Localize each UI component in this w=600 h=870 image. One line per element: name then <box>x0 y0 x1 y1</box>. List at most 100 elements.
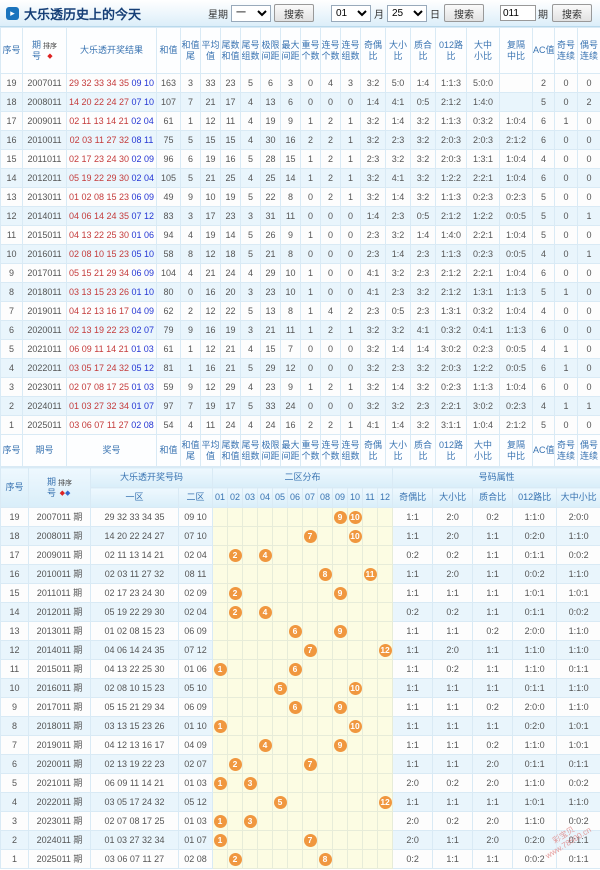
stat-cell: 3:2 <box>411 378 436 397</box>
stat-cell: 3:2 <box>361 112 386 131</box>
stat-cell: 24 <box>261 416 281 435</box>
stat-cell: 0 <box>301 207 321 226</box>
zone-cell-1 <box>213 622 228 641</box>
zone-cell-7 <box>303 565 318 584</box>
stat-cell: 6 <box>533 378 555 397</box>
stat-cell: 7 <box>181 397 201 416</box>
stat-cell: 1 <box>181 340 201 359</box>
search-week-button[interactable]: 搜索 <box>274 4 314 22</box>
stat-cell: 21 <box>201 169 221 188</box>
issue-label: 期 <box>538 6 548 21</box>
zone-cell-1 <box>213 793 228 812</box>
stat-cell: 6 <box>533 169 555 188</box>
search-date-button[interactable]: 搜索 <box>444 4 484 22</box>
stat-cell: 10 <box>201 188 221 207</box>
stat-cell: 1 <box>301 302 321 321</box>
stat-cell: 0 <box>321 397 341 416</box>
stat-cell: 79 <box>157 321 181 340</box>
stats-row: 9201701105 15 21 29 34 06 09104421244291… <box>1 264 600 283</box>
issue-input[interactable] <box>500 5 536 21</box>
attr-cell: 1:1:0 <box>513 641 557 660</box>
stat-cell: 11 <box>201 416 221 435</box>
back-ball: 9 <box>334 625 347 638</box>
stat-cell: 1 <box>555 359 578 378</box>
search-issue-button[interactable]: 搜索 <box>552 4 592 22</box>
attr-cell: 1:1 <box>473 850 513 869</box>
seq-cell: 1 <box>1 850 29 869</box>
month-select[interactable]: 01 <box>331 5 371 22</box>
stat-cell: 4 <box>241 264 261 283</box>
stat-cell: 0:3:2 <box>436 321 467 340</box>
attr-cell: 0:2 <box>393 546 433 565</box>
zone-cell-8: 8 <box>318 565 333 584</box>
stat-cell: 2:2:1 <box>467 226 500 245</box>
stat-cell: 19 <box>261 112 281 131</box>
stat-cell: 1:1:3 <box>467 378 500 397</box>
stat-cell: 3 <box>181 74 201 93</box>
stat-cell: 0 <box>341 264 361 283</box>
zone-cell-12 <box>378 698 393 717</box>
stat-cell: 0:2:3 <box>467 340 500 359</box>
stat-cell: 9 <box>281 226 301 245</box>
stat-cell: 15 <box>221 131 241 150</box>
back-numbers-cell: 02 04 <box>179 603 213 622</box>
stat-cell: 3:1:1 <box>436 416 467 435</box>
attr-cell: 2:0 <box>433 641 473 660</box>
zone-cell-7 <box>303 508 318 527</box>
zone-cell-12 <box>378 774 393 793</box>
stat-cell: 0 <box>578 321 600 340</box>
zone-cell-3 <box>243 584 258 603</box>
stat-cell: 16 <box>281 416 301 435</box>
zone-cell-4 <box>258 812 273 831</box>
attr-cell: 1:1:0 <box>557 698 600 717</box>
zone-cell-3 <box>243 603 258 622</box>
zone-cell-6: 6 <box>288 660 303 679</box>
zone-cell-11 <box>363 603 378 622</box>
stat-cell: 21 <box>221 359 241 378</box>
zone-cell-11 <box>363 527 378 546</box>
stat-cell: 0 <box>301 188 321 207</box>
sort-icon[interactable]: 排序◆ <box>43 41 57 60</box>
stat-cell: 1:4:0 <box>436 226 467 245</box>
zone-cell-7: 7 <box>303 755 318 774</box>
sort-icon[interactable]: 排序◆◆ <box>58 478 72 497</box>
seq-cell: 18 <box>1 527 29 546</box>
zone-cell-5 <box>273 603 288 622</box>
stat-cell: 3:2 <box>411 283 436 302</box>
zone-cell-9 <box>333 755 348 774</box>
stat-cell: 0 <box>341 397 361 416</box>
result-cell: 02 13 19 22 23 02 07 <box>67 321 157 340</box>
attr-cell: 1:1:0 <box>557 793 600 812</box>
stat-cell: 0:2:3 <box>500 397 533 416</box>
zone-cell-2 <box>228 622 243 641</box>
zone-cell-8 <box>318 698 333 717</box>
stat-cell: 1:4 <box>386 416 411 435</box>
stat-cell: 3:2 <box>411 112 436 131</box>
stat-cell: 4 <box>533 150 555 169</box>
zone-cell-10 <box>348 584 363 603</box>
zone-cell-6 <box>288 755 303 774</box>
week-select[interactable]: 一 <box>231 5 271 22</box>
seq-cell: 8 <box>1 283 23 302</box>
stat-cell: 0:5 <box>411 207 436 226</box>
zone-cell-6 <box>288 774 303 793</box>
zone-cell-12 <box>378 622 393 641</box>
stat-cell: 0:0:5 <box>500 340 533 359</box>
attr-cell: 2:0:0 <box>513 622 557 641</box>
issue-sort-header[interactable]: 期号排序◆ <box>23 28 67 74</box>
stat-cell: 0 <box>555 93 578 112</box>
stat-cell: 2 <box>341 302 361 321</box>
attr-cell: 1:1 <box>473 546 513 565</box>
zone-cell-7: 7 <box>303 527 318 546</box>
seq-cell: 19 <box>1 74 23 93</box>
zone-cell-10 <box>348 755 363 774</box>
stats-row: 18200801114 20 22 24 27 07 1010772117413… <box>1 93 600 112</box>
zone-cell-6 <box>288 831 303 850</box>
zone-cell-5 <box>273 641 288 660</box>
zone-cell-2: 2 <box>228 603 243 622</box>
stat-cell: 1:1:3 <box>500 321 533 340</box>
issue-sort-header[interactable]: 期号排序◆◆ <box>29 468 91 508</box>
stat-cell: 0 <box>341 359 361 378</box>
day-select[interactable]: 25 <box>387 5 427 22</box>
zone-row: 12025011 期03 06 07 11 2702 08280:21:11:1… <box>1 850 600 869</box>
